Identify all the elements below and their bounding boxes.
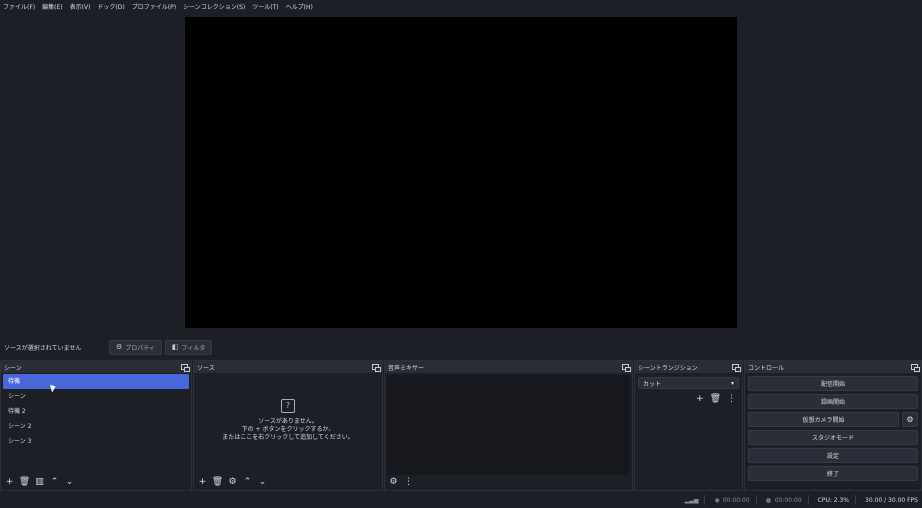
sources-toolbar: + 🗑 ⚙ ⌃ ⌄ xyxy=(197,476,268,487)
menu-docks[interactable]: ドック(D) xyxy=(97,2,124,11)
more-options-icon[interactable]: ⋮ xyxy=(403,476,414,487)
studio-mode-button[interactable]: スタジオモード xyxy=(748,430,918,445)
undock-icon[interactable] xyxy=(911,364,920,372)
preview-area xyxy=(0,12,922,336)
sources-title: ソース xyxy=(197,364,215,372)
start-recording-button[interactable]: 録画開始 xyxy=(748,394,918,409)
mixer-toolbar: ⚙ ⋮ xyxy=(388,476,414,487)
undock-icon[interactable] xyxy=(732,364,741,372)
filter-icon: ◧ xyxy=(171,343,179,351)
gear-icon[interactable]: ⚙ xyxy=(227,476,238,487)
advanced-audio-icon[interactable]: ⚙ xyxy=(388,476,399,487)
virtualcam-row: 仮想カメラ開始 ⚙ xyxy=(748,412,918,427)
trash-icon[interactable]: 🗑 xyxy=(212,476,223,487)
controls-title: コントロール xyxy=(748,364,785,372)
sources-dock: ソース ? ソースがありません。 下の + ボタンをクリックするか、 またはここ… xyxy=(193,360,383,491)
transition-selected-value: カット xyxy=(643,380,662,388)
stream-time: 00:00:00 xyxy=(722,496,750,504)
scenes-toolbar: + 🗑 ▥ ⌃ ⌄ xyxy=(4,476,75,487)
scene-item[interactable]: 待機 2 xyxy=(3,404,189,419)
menu-edit[interactable]: 編集(E) xyxy=(42,2,62,11)
stream-status: ◉ 00:00:00 xyxy=(714,497,749,504)
menu-file[interactable]: ファイル(F) xyxy=(3,2,35,11)
filters-label: フィルタ xyxy=(181,344,206,352)
preview-canvas[interactable] xyxy=(185,17,737,328)
menu-tools[interactable]: ツール(T) xyxy=(252,2,278,11)
menu-profile[interactable]: プロファイル(P) xyxy=(132,2,176,11)
record-status: 00:00:00 xyxy=(765,496,802,504)
move-up-icon[interactable]: ⌃ xyxy=(242,476,253,487)
record-dot-icon xyxy=(765,497,771,503)
fps-readout: 30.00 / 30.00 FPS xyxy=(865,496,918,504)
status-bar: ▂▃▅ ◉ 00:00:00 00:00:00 CPU: 2.3% 30.00 … xyxy=(0,492,922,508)
menu-view[interactable]: 表示(V) xyxy=(70,2,91,11)
scene-item[interactable]: シーン xyxy=(3,389,189,404)
no-source-selected-label: ソースが選択されていません xyxy=(4,344,82,352)
empty-line: ソースがありません。 xyxy=(258,418,318,425)
transitions-title: シーントランジション xyxy=(638,364,698,372)
scenes-dock: シーン 待機 シーン 待機 2 シーン 2 シーン 3 + 🗑 ▥ ⌃ ⌄ xyxy=(0,360,192,491)
status-divider xyxy=(807,495,809,505)
mixer-body xyxy=(387,375,630,475)
transitions-dock-header: シーントランジション xyxy=(635,361,742,373)
undock-icon[interactable] xyxy=(372,364,381,372)
mixer-dock-header: 音声ミキサー xyxy=(385,361,632,373)
controls-dock-header: コントロール xyxy=(745,361,921,373)
exit-button[interactable]: 終了 xyxy=(748,466,918,481)
status-divider xyxy=(704,495,706,505)
move-down-icon[interactable]: ⌄ xyxy=(64,476,75,487)
transition-tools: + 🗑 ⋮ xyxy=(635,394,736,404)
broadcast-icon: ◉ xyxy=(714,496,720,504)
audio-mixer-dock: 音声ミキサー ⚙ ⋮ xyxy=(384,360,633,491)
empty-line: 下の + ボタンをクリックするか、 xyxy=(241,426,335,433)
scenes-dock-header: シーン xyxy=(1,361,191,373)
trash-icon[interactable]: 🗑 xyxy=(710,394,721,404)
start-virtualcam-button[interactable]: 仮想カメラ開始 xyxy=(748,412,899,427)
status-divider xyxy=(755,495,757,505)
scene-item[interactable]: シーン 3 xyxy=(3,434,189,449)
help-icon: ? xyxy=(281,399,295,413)
add-scene-icon[interactable]: + xyxy=(4,476,15,487)
settings-button[interactable]: 設定 xyxy=(748,448,918,463)
properties-button[interactable]: ⚙ プロパティ xyxy=(109,339,162,355)
move-up-icon[interactable]: ⌃ xyxy=(49,476,60,487)
chevron-down-icon: ▾ xyxy=(730,379,734,387)
move-down-icon[interactable]: ⌄ xyxy=(257,476,268,487)
menu-scene-collection[interactable]: シーンコレクション(S) xyxy=(183,2,245,11)
mixer-title: 音声ミキサー xyxy=(388,364,425,372)
undock-icon[interactable] xyxy=(622,364,631,372)
empty-line: またはここを右クリックして追加してください。 xyxy=(222,434,354,441)
scene-transitions-dock: シーントランジション カット ▾ + 🗑 ⋮ xyxy=(634,360,743,491)
menu-help[interactable]: ヘルプ(H) xyxy=(286,2,313,11)
gear-icon: ⚙ xyxy=(116,343,123,351)
sources-dock-header: ソース xyxy=(194,361,382,373)
scene-item[interactable]: シーン 2 xyxy=(3,419,189,434)
menu-bar: ファイル(F) 編集(E) 表示(V) ドック(D) プロファイル(P) シーン… xyxy=(0,0,922,12)
undock-icon[interactable] xyxy=(181,364,190,372)
scene-item[interactable]: 待機 xyxy=(3,374,189,389)
sources-empty-state[interactable]: ? ソースがありません。 下の + ボタンをクリックするか、 またはここを右クリ… xyxy=(194,399,382,442)
more-options-icon[interactable]: ⋮ xyxy=(727,394,736,404)
cpu-usage: CPU: 2.3% xyxy=(817,496,850,504)
filters-button[interactable]: ◧ フィルタ xyxy=(164,339,213,355)
status-divider xyxy=(855,495,857,505)
start-streaming-button[interactable]: 配信開始 xyxy=(748,376,918,391)
add-source-icon[interactable]: + xyxy=(197,476,208,487)
properties-label: プロパティ xyxy=(125,344,155,352)
trash-icon[interactable]: 🗑 xyxy=(19,476,30,487)
controls-buttons: 配信開始 録画開始 仮想カメラ開始 ⚙ スタジオモード 設定 終了 xyxy=(745,373,921,481)
scene-filters-icon[interactable]: ▥ xyxy=(34,476,45,487)
add-transition-icon[interactable]: + xyxy=(696,394,704,404)
scene-list: 待機 シーン 待機 2 シーン 2 シーン 3 xyxy=(1,374,191,449)
signal-icon: ▂▃▅ xyxy=(684,496,699,504)
source-context-bar: ソースが選択されていません ⚙ プロパティ ◧ フィルタ xyxy=(0,336,922,358)
transition-select[interactable]: カット ▾ xyxy=(638,377,739,389)
controls-dock: コントロール 配信開始 録画開始 仮想カメラ開始 ⚙ スタジオモード 設定 終了 xyxy=(744,360,922,491)
virtualcam-settings-gear-icon[interactable]: ⚙ xyxy=(902,412,918,427)
record-time: 00:00:00 xyxy=(774,496,802,504)
scenes-title: シーン xyxy=(4,364,22,372)
